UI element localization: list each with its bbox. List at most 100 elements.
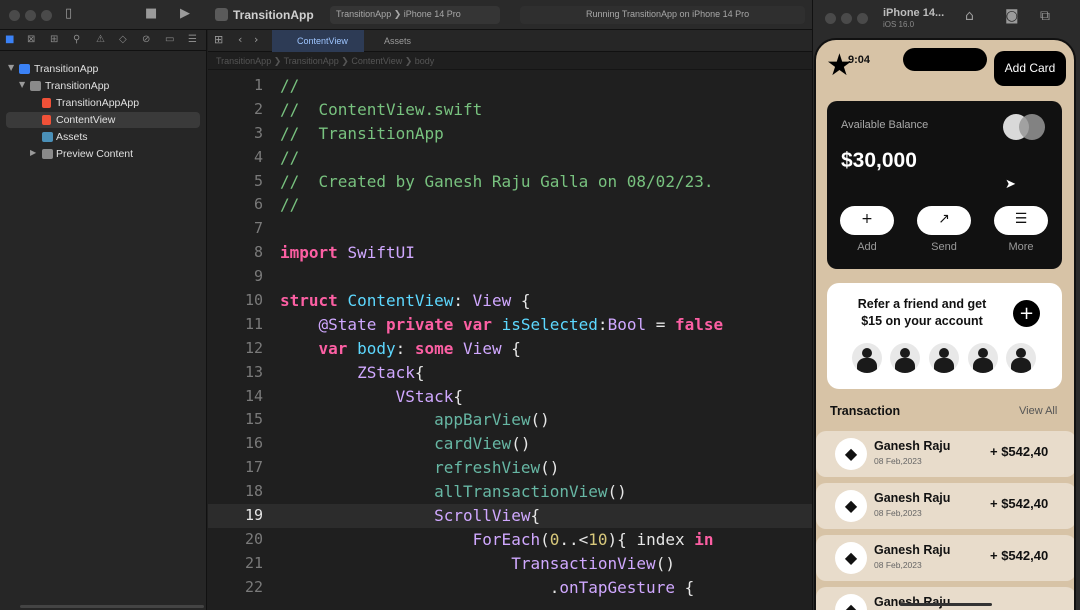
code-text[interactable]: // Created by Ganesh Raju Galla on 08/02… [280,172,713,191]
more-button[interactable]: ☰ [994,206,1048,235]
home-icon[interactable]: ⌂ [965,8,974,24]
code-line[interactable]: 8 import SwiftUI [208,241,812,265]
line-number[interactable]: 12 [208,339,263,357]
add-card-button[interactable]: Add Card [994,51,1066,86]
code-line[interactable]: 1 // [208,74,812,98]
minimize-window-button[interactable] [841,13,852,24]
transaction-row[interactable]: ◆ Ganesh Raju [816,587,1074,610]
line-number[interactable]: 21 [208,554,263,572]
code-line[interactable]: 11 @State private var isSelected:Bool = … [208,313,812,337]
source-control-icon[interactable]: ⊠ [27,34,35,45]
line-number[interactable]: 18 [208,482,263,500]
line-number[interactable]: 5 [208,172,263,190]
line-number[interactable]: 4 [208,148,263,166]
view-all-link[interactable]: View All [1019,405,1057,417]
code-text[interactable]: // [280,148,299,167]
tab-assets[interactable]: Assets [368,30,458,52]
code-text[interactable]: TransactionView() [280,554,675,573]
code-text[interactable]: .onTapGesture { [280,578,695,597]
code-text[interactable]: allTransactionView() [280,482,627,501]
add-button[interactable]: + [840,206,894,235]
line-number[interactable]: 10 [208,291,263,309]
code-line[interactable]: 17 refreshView() [208,456,812,480]
code-line[interactable]: 19 ScrollView{ [208,504,812,528]
line-number[interactable]: 13 [208,363,263,381]
line-number[interactable]: 19 [208,506,263,524]
transaction-row[interactable]: ◆ Ganesh Raju 08 Feb,2023 + $542,40 [816,431,1074,477]
folder-icon[interactable]: ■ [5,34,14,45]
breadcrumb-item[interactable]: ContentView [351,56,402,66]
code-text[interactable]: struct ContentView: View { [280,291,530,310]
scheme-selector[interactable]: TransitionApp ❯ iPhone 14 Pro [330,6,500,24]
grid-icon[interactable]: ⊞ [214,33,223,46]
line-number[interactable]: 22 [208,578,263,596]
refer-add-button[interactable]: + [1013,300,1040,327]
code-line[interactable]: 22 .onTapGesture { [208,576,812,600]
minimize-window-button[interactable] [25,10,36,21]
code-line[interactable]: 14 VStack{ [208,385,812,409]
code-line[interactable]: 7 [208,217,812,241]
code-text[interactable]: cardView() [280,434,530,453]
screenshot-icon[interactable]: ◙ [1005,8,1019,24]
code-text[interactable]: VStack{ [280,387,463,406]
code-line[interactable]: 2 // ContentView.swift [208,98,812,122]
navigator-scrollbar[interactable] [20,605,204,608]
code-area[interactable]: 1 // 2 // ContentView.swift 3 // TransitionAp… [208,74,812,600]
tree-item-folder[interactable]: ▼ TransitionApp [6,78,200,94]
symbol-icon[interactable]: ⊞ [50,34,58,45]
code-line[interactable]: 20 ForEach(0..<10){ index in [208,528,812,552]
avatar[interactable] [968,343,998,373]
play-icon[interactable]: ▶ [180,6,190,21]
close-window-button[interactable] [825,13,836,24]
breadcrumb-item[interactable]: TransitionApp [216,56,271,66]
breadcrumb-item[interactable]: body [415,56,435,66]
code-line[interactable]: 12 var body: some View { [208,337,812,361]
code-text[interactable]: refreshView() [280,458,559,477]
tree-item-app-file[interactable]: TransitionAppApp [6,95,200,111]
find-icon[interactable]: ⚲ [73,34,80,45]
code-line[interactable]: 3 // TransitionApp [208,122,812,146]
home-indicator[interactable] [900,603,992,606]
code-text[interactable]: @State private var isSelected:Bool = fal… [280,315,724,334]
code-line[interactable]: 5 // Created by Ganesh Raju Galla on 08/0… [208,170,812,194]
code-line[interactable]: 18 allTransactionView() [208,480,812,504]
code-line[interactable]: 9 [208,265,812,289]
transaction-row[interactable]: ◆ Ganesh Raju 08 Feb,2023 + $542,40 [816,483,1074,529]
forward-icon[interactable]: › [254,33,258,46]
tree-item-assets[interactable]: Assets [6,129,200,145]
avatar[interactable] [890,343,920,373]
zoom-window-button[interactable] [41,10,52,21]
code-text[interactable]: ScrollView{ [280,506,540,525]
avatar[interactable] [852,343,882,373]
send-button[interactable]: ↗ [917,206,971,235]
tree-item-preview-content[interactable]: ▶ Preview Content [6,146,200,162]
report-icon[interactable]: ☰ [188,34,197,45]
line-number[interactable]: 14 [208,387,263,405]
line-number[interactable]: 20 [208,530,263,548]
rotate-icon[interactable]: ⧉ [1040,8,1050,24]
tab-contentview[interactable]: ContentView [272,30,364,52]
line-number[interactable]: 15 [208,410,263,428]
line-number[interactable]: 9 [208,267,263,285]
line-number[interactable]: 16 [208,434,263,452]
line-number[interactable]: 2 [208,100,263,118]
breakpoint-icon[interactable]: ▭ [165,34,174,45]
sidebar-icon[interactable]: ▯ [65,6,72,21]
line-number[interactable]: 17 [208,458,263,476]
line-number[interactable]: 6 [208,195,263,213]
debug-icon[interactable]: ⊘ [142,34,150,45]
line-number[interactable]: 8 [208,243,263,261]
code-line[interactable]: 15 appBarView() [208,408,812,432]
code-line[interactable]: 4 // [208,146,812,170]
code-text[interactable]: var body: some View { [280,339,521,358]
code-text[interactable]: // ContentView.swift [280,100,482,119]
avatar[interactable] [1006,343,1036,373]
chevron-down-icon[interactable]: ▼ [19,80,25,89]
code-line[interactable]: 16 cardView() [208,432,812,456]
back-icon[interactable]: ‹ [238,33,242,46]
line-number[interactable]: 7 [208,219,263,237]
code-line[interactable]: 13 ZStack{ [208,361,812,385]
code-text[interactable]: import SwiftUI [280,243,415,262]
code-line[interactable]: 10 struct ContentView: View { [208,289,812,313]
close-window-button[interactable] [9,10,20,21]
